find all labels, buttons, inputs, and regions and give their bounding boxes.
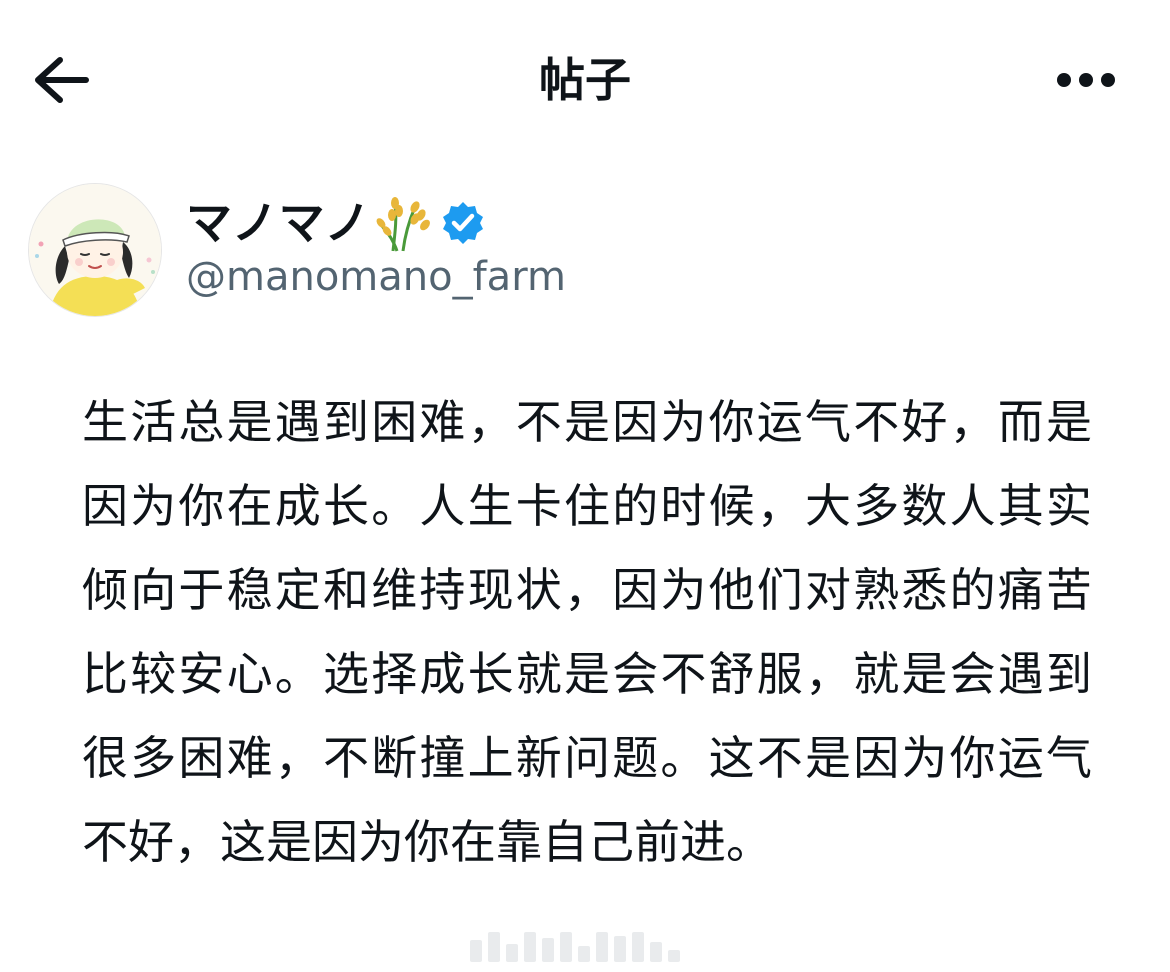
top-navigation-bar: 帖子	[0, 0, 1170, 160]
more-horizontal-icon	[1057, 73, 1115, 87]
back-button[interactable]	[28, 50, 92, 110]
more-options-button[interactable]	[1050, 58, 1122, 102]
verified-badge-icon	[439, 199, 487, 247]
avatar[interactable]	[28, 183, 162, 317]
rice-icon	[375, 193, 433, 253]
arrow-left-icon	[35, 57, 89, 103]
post-author: マノマノ @manomano_farm	[0, 175, 1170, 325]
author-name-row: マノマノ	[186, 191, 487, 255]
avatar-illustration	[29, 184, 161, 316]
post-text: 生活总是遇到困难，不是因为你运气不好，而是因为你在成长。人生卡住的时候，大多数人…	[82, 395, 1092, 869]
display-name[interactable]: マノマノ	[186, 191, 371, 255]
watermark-bars	[470, 926, 700, 962]
user-handle[interactable]: @manomano_farm	[186, 251, 566, 303]
page-title: 帖子	[539, 53, 631, 107]
